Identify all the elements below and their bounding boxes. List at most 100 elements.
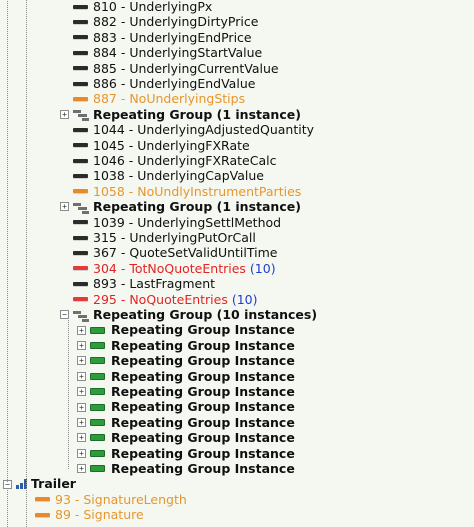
field-row[interactable]: 304 - TotNoQuoteEntries (10) [73,261,276,276]
field-bar-icon [73,97,88,102]
repeating-group-row[interactable]: − Repeating Group (10 instances) [60,307,317,322]
field-bar-icon [73,235,88,240]
field-row[interactable]: 886 - UnderlyingEndValue [73,76,255,91]
repeating-group-icon [73,310,89,322]
instance-label: Repeating Group Instance [111,430,295,446]
expand-icon[interactable]: + [77,402,86,412]
expand-icon[interactable]: + [77,340,86,350]
expand-icon[interactable]: + [77,464,86,474]
field-row[interactable]: 884 - UnderlyingStartValue [73,45,262,60]
field-bar-icon [73,189,88,194]
field-row[interactable]: 810 - UnderlyingPx [73,0,212,14]
field-count: (10) [231,291,258,307]
field-row[interactable]: 1046 - UnderlyingFXRateCalc [73,153,276,168]
field-bar-icon [73,66,88,71]
field-bar-icon [73,266,88,271]
group-instance-icon [90,372,105,380]
expand-icon[interactable]: + [77,371,86,381]
instance-label: Repeating Group Instance [111,368,295,384]
group-instance-row[interactable]: + Repeating Group Instance [77,415,295,430]
field-label: 1038 - UnderlyingCapValue [93,168,264,184]
field-row[interactable]: 1038 - UnderlyingCapValue [73,168,264,183]
tree-guide-line [26,0,27,527]
field-label: 886 - UnderlyingEndValue [93,76,256,91]
expand-icon[interactable]: + [77,448,86,458]
tree-guide-line [7,0,8,483]
instance-label: Repeating Group Instance [111,353,295,369]
expand-icon[interactable]: + [77,417,86,427]
instance-label: Repeating Group Instance [111,461,295,476]
field-row[interactable]: 885 - UnderlyingCurrentValue [73,61,279,76]
group-instance-row[interactable]: + Repeating Group Instance [77,322,295,337]
field-row[interactable]: 89 - Signature [35,507,144,522]
expand-icon[interactable]: + [77,433,86,443]
trailer-label: Trailer [31,476,76,492]
group-instance-row[interactable]: + Repeating Group Instance [77,446,295,461]
field-bar-icon [73,81,88,86]
field-label: 810 - UnderlyingPx [93,0,213,14]
field-label: 887 - NoUnderlyingStips [93,91,246,107]
instance-label: Repeating Group Instance [111,384,295,399]
field-label: 304 - TotNoQuoteEntries [93,260,246,276]
group-instance-row[interactable]: + Repeating Group Instance [77,384,295,399]
group-instance-row[interactable]: + Repeating Group Instance [77,430,295,445]
collapse-icon[interactable]: − [60,310,69,320]
instance-label: Repeating Group Instance [111,445,295,461]
field-label: 367 - QuoteSetValidUntilTime [93,245,278,261]
field-row[interactable]: 1045 - UnderlyingFXRate [73,138,250,153]
instance-label: Repeating Group Instance [111,322,295,338]
group-instance-row[interactable]: + Repeating Group Instance [77,353,295,368]
instance-label: Repeating Group Instance [111,337,295,353]
expand-icon[interactable]: + [77,325,86,335]
group-instance-row[interactable]: + Repeating Group Instance [77,369,295,384]
field-row[interactable]: 1044 - UnderlyingAdjustedQuantity [73,122,314,137]
field-label: 1044 - UnderlyingAdjustedQuantity [93,122,315,138]
field-label: 883 - UnderlyingEndPrice [93,29,252,45]
field-row[interactable]: 295 - NoQuoteEntries (10) [73,292,258,307]
field-bar-icon [73,127,88,132]
field-row[interactable]: 882 - UnderlyingDirtyPrice [73,14,258,29]
field-bar-icon [73,4,88,9]
expand-icon[interactable]: + [77,387,86,397]
field-row[interactable]: 367 - QuoteSetValidUntilTime [73,245,277,260]
field-bar-icon [73,143,88,148]
tree-guide-line [68,320,69,469]
trailer-row[interactable]: − Trailer [3,476,76,491]
group-instance-icon [90,357,105,365]
tree-guide-line [7,488,8,527]
repeating-group-row[interactable]: + Repeating Group (1 instance) [60,107,301,122]
group-instance-icon [90,418,105,426]
expand-icon[interactable]: + [77,356,86,366]
field-row[interactable]: 315 - UnderlyingPutOrCall [73,230,256,245]
field-row[interactable]: 893 - LastFragment [73,276,215,291]
group-instance-row[interactable]: + Repeating Group Instance [77,461,295,476]
group-instance-row[interactable]: + Repeating Group Instance [77,399,295,414]
group-instance-icon [90,341,105,349]
field-row[interactable]: 887 - NoUnderlyingStips [73,91,245,106]
repeating-group-icon [73,109,89,122]
repeating-group-row[interactable]: + Repeating Group (1 instance) [60,199,301,214]
field-bar-icon [73,220,88,225]
group-instance-icon [90,403,105,411]
field-bar-icon [35,497,50,502]
expand-icon[interactable]: + [60,109,69,119]
field-bar-icon [73,297,88,302]
field-row[interactable]: 883 - UnderlyingEndPrice [73,30,252,45]
field-label: 1045 - UnderlyingFXRate [93,137,250,153]
field-row[interactable]: 1058 - NoUndlyInstrumentParties [73,184,301,199]
group-instance-row[interactable]: + Repeating Group Instance [77,338,295,353]
field-bar-icon [73,158,88,163]
field-label: 315 - UnderlyingPutOrCall [93,230,256,245]
field-label: 93 - SignatureLength [55,491,187,507]
field-row[interactable]: 1039 - UnderlyingSettlMethod [73,215,281,230]
repeating-group-icon [73,202,89,214]
group-instance-icon [90,326,105,334]
expand-icon[interactable]: + [60,202,69,212]
group-instance-icon [90,449,105,457]
field-row[interactable]: 93 - SignatureLength [35,492,187,507]
field-bar-icon [35,512,50,517]
instance-label: Repeating Group Instance [111,399,295,415]
group-instance-icon [90,388,105,396]
field-label: 885 - UnderlyingCurrentValue [93,60,279,76]
group-label: Repeating Group (1 instance) [93,106,301,122]
